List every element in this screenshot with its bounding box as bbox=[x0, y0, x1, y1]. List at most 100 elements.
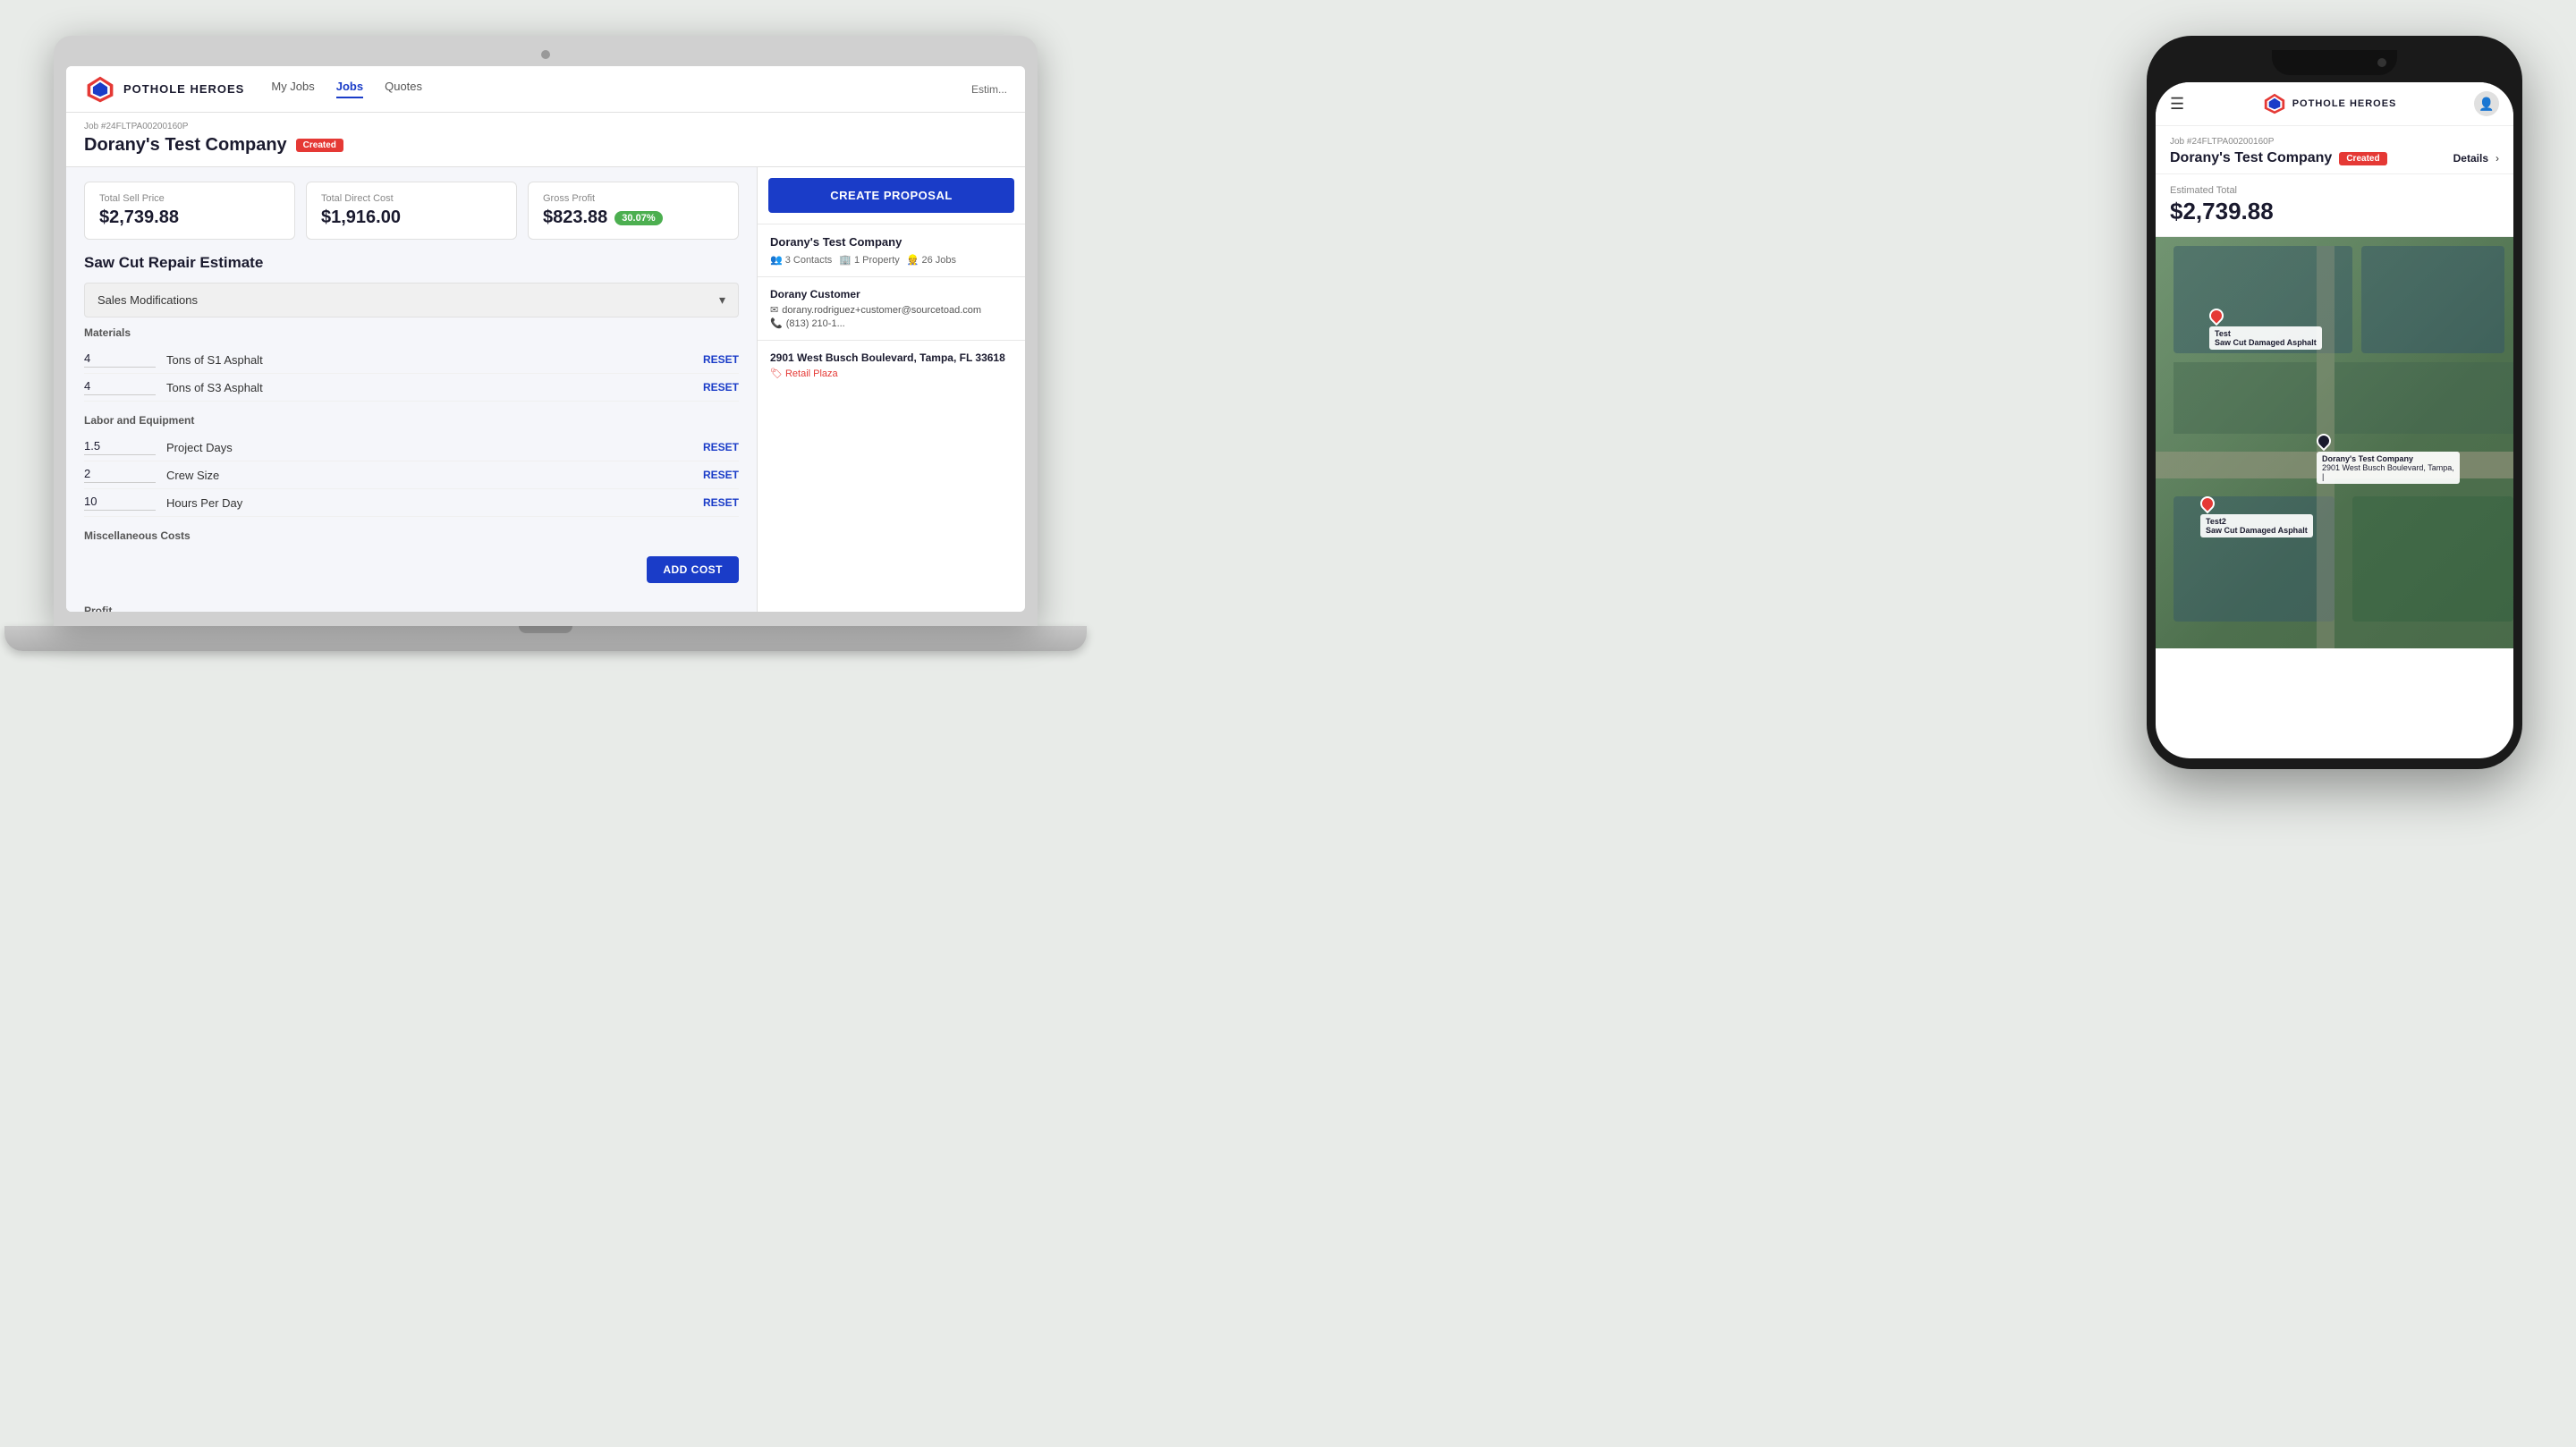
map-pin-3[interactable]: Dorany's Test Company 2901 West Busch Bo… bbox=[2317, 434, 2460, 484]
phone-job-info: Job #24FLTPA00200160P Dorany's Test Comp… bbox=[2156, 126, 2513, 174]
sales-modifications-label: Sales Modifications bbox=[97, 293, 198, 307]
job-page: Job #24FLTPA00200160P Dorany's Test Comp… bbox=[66, 113, 1025, 612]
phone-job-id: Job #24FLTPA00200160P bbox=[2170, 137, 2499, 147]
labor-desc-1: Project Days bbox=[166, 441, 692, 454]
phone-camera bbox=[2377, 58, 2386, 67]
job-main: Total Sell Price $2,739.88 Total Direct … bbox=[66, 167, 757, 612]
phone-logo-row: POTHOLE HEROES bbox=[2262, 91, 2397, 116]
misc-costs-label: Miscellaneous Costs bbox=[84, 529, 739, 542]
pin-1-dot bbox=[2207, 306, 2227, 326]
pin-2-dot bbox=[2198, 494, 2218, 514]
pin-3-address: 2901 West Busch Boulevard, Tampa, | bbox=[2322, 463, 2454, 481]
phone-est-label: Estimated Total bbox=[2170, 185, 2499, 196]
pin-3-dot bbox=[2314, 431, 2334, 452]
phone-icon: 📞 bbox=[770, 317, 783, 329]
sidebar-address-card: 2901 West Busch Boulevard, Tampa, FL 336… bbox=[758, 340, 1025, 390]
sidebar-address: 2901 West Busch Boulevard, Tampa, FL 336… bbox=[770, 351, 1013, 364]
profit-label: Profit bbox=[84, 605, 739, 612]
material-value-1[interactable]: 4 bbox=[84, 351, 156, 368]
material-item-1: 4 Tons of S1 Asphalt RESET bbox=[84, 346, 739, 374]
labor-desc-2: Crew Size bbox=[166, 469, 692, 482]
labor-item-2: 2 Crew Size RESET bbox=[84, 461, 739, 489]
sidebar-address-type: 🏷 Retail Plaza bbox=[770, 368, 1013, 379]
map-aerial: Test Saw Cut Damaged Asphalt Test2 Saw C… bbox=[2156, 237, 2513, 648]
hamburger-icon[interactable]: ☰ bbox=[2170, 95, 2184, 114]
sidebar-contact-card: Dorany Customer ✉ dorany.rodriguez+custo… bbox=[758, 276, 1025, 340]
stat-direct-cost: Total Direct Cost $1,916.00 bbox=[306, 182, 517, 240]
pin-3-title: Dorany's Test Company bbox=[2322, 454, 2413, 463]
job-header: Job #24FLTPA00200160P Dorany's Test Comp… bbox=[66, 113, 1025, 167]
create-proposal-button[interactable]: CREATE PROPOSAL bbox=[768, 178, 1014, 213]
reset-button-1[interactable]: RESET bbox=[703, 353, 739, 366]
reset-button-2[interactable]: RESET bbox=[703, 381, 739, 393]
header-right: Estim... bbox=[971, 83, 1007, 96]
laptop-base bbox=[4, 626, 1087, 651]
phone-notch bbox=[2272, 50, 2397, 75]
direct-cost-value: $1,916.00 bbox=[321, 207, 502, 228]
materials-items: 4 Tons of S1 Asphalt RESET 4 Tons of S3 … bbox=[84, 346, 739, 402]
contacts-icon: 👥 bbox=[770, 254, 783, 266]
phone-header: ☰ POTHOLE HEROES 👤 bbox=[2156, 82, 2513, 126]
sidebar-jobs: 👷 26 Jobs bbox=[907, 254, 956, 266]
phone-map[interactable]: Test Saw Cut Damaged Asphalt Test2 Saw C… bbox=[2156, 237, 2513, 648]
email-value: dorany.rodriguez+customer@sourcetoad.com bbox=[782, 305, 981, 316]
phone-job-title: Dorany's Test Company bbox=[2170, 150, 2332, 166]
app-header: POTHOLE HEROES My Jobs Jobs Quotes Estim… bbox=[66, 66, 1025, 113]
logo-icon bbox=[84, 73, 116, 106]
sidebar-phone: 📞 (813) 210-1... bbox=[770, 317, 1013, 329]
tab-jobs[interactable]: Jobs bbox=[336, 80, 363, 98]
misc-costs-section: ADD COST bbox=[84, 549, 739, 583]
phone-logo-text: POTHOLE HEROES bbox=[2292, 98, 2397, 109]
pin-1-label: Test Saw Cut Damaged Asphalt bbox=[2209, 326, 2322, 350]
reset-button-4[interactable]: RESET bbox=[703, 469, 739, 481]
phone-logo-icon bbox=[2262, 91, 2287, 116]
property-count: 1 Property bbox=[854, 255, 900, 266]
contacts-count: 3 Contacts bbox=[785, 255, 833, 266]
logo-container: POTHOLE HEROES bbox=[84, 73, 244, 106]
map-pin-2[interactable]: Test2 Saw Cut Damaged Asphalt bbox=[2200, 496, 2313, 537]
pin-2-title: Test2 bbox=[2206, 517, 2226, 526]
pin-3-label: Dorany's Test Company 2901 West Busch Bo… bbox=[2317, 452, 2460, 484]
status-badge: Created bbox=[296, 139, 343, 152]
email-icon: ✉ bbox=[770, 304, 778, 316]
stat-sell-price: Total Sell Price $2,739.88 bbox=[84, 182, 295, 240]
nav-tabs: My Jobs Jobs Quotes bbox=[271, 80, 422, 98]
material-item-2: 4 Tons of S3 Asphalt RESET bbox=[84, 374, 739, 402]
address-type-value: Retail Plaza bbox=[785, 368, 838, 379]
pin-2-desc: Saw Cut Damaged Asphalt bbox=[2206, 526, 2308, 535]
gross-profit-value: $823.88 bbox=[543, 207, 607, 228]
materials-label: Materials bbox=[84, 326, 739, 339]
labor-item-3: 10 Hours Per Day RESET bbox=[84, 489, 739, 517]
labor-desc-3: Hours Per Day bbox=[166, 496, 692, 510]
property-icon: 🏢 bbox=[839, 254, 852, 266]
pin-1-title: Test bbox=[2215, 329, 2231, 338]
direct-cost-label: Total Direct Cost bbox=[321, 193, 502, 204]
sales-modifications-header[interactable]: Sales Modifications ▾ bbox=[84, 283, 739, 317]
pin-1-desc: Saw Cut Damaged Asphalt bbox=[2215, 338, 2317, 347]
reset-button-5[interactable]: RESET bbox=[703, 496, 739, 509]
phone-details-button[interactable]: Details bbox=[2453, 152, 2488, 165]
add-cost-button[interactable]: ADD COST bbox=[647, 556, 739, 583]
job-id: Job #24FLTPA00200160P bbox=[84, 122, 1007, 131]
laptop-device: POTHOLE HEROES My Jobs Jobs Quotes Estim… bbox=[54, 36, 1038, 680]
chevron-down-icon: ▾ bbox=[719, 292, 725, 308]
sidebar-company-name: Dorany's Test Company bbox=[770, 235, 1013, 249]
labor-value-2[interactable]: 2 bbox=[84, 467, 156, 483]
logo-text: POTHOLE HEROES bbox=[123, 82, 244, 96]
stats-row: Total Sell Price $2,739.88 Total Direct … bbox=[84, 182, 739, 240]
phone-estimate-section: Estimated Total $2,739.88 bbox=[2156, 174, 2513, 237]
tab-my-jobs[interactable]: My Jobs bbox=[271, 80, 314, 98]
labor-equipment-label: Labor and Equipment bbox=[84, 414, 739, 427]
gross-profit-label: Gross Profit bbox=[543, 193, 724, 204]
user-icon[interactable]: 👤 bbox=[2474, 91, 2499, 116]
labor-value-1[interactable]: 1.5 bbox=[84, 439, 156, 455]
reset-button-3[interactable]: RESET bbox=[703, 441, 739, 453]
phone-device: ☰ POTHOLE HEROES 👤 Job #24FLTPA00200160P… bbox=[2147, 36, 2522, 769]
labor-value-3[interactable]: 10 bbox=[84, 495, 156, 511]
jobs-icon: 👷 bbox=[907, 254, 919, 266]
material-value-2[interactable]: 4 bbox=[84, 379, 156, 395]
map-pin-1[interactable]: Test Saw Cut Damaged Asphalt bbox=[2209, 309, 2322, 350]
phone-value: (813) 210-1... bbox=[786, 318, 845, 329]
phone-est-value: $2,739.88 bbox=[2170, 198, 2499, 225]
tab-quotes[interactable]: Quotes bbox=[385, 80, 422, 98]
